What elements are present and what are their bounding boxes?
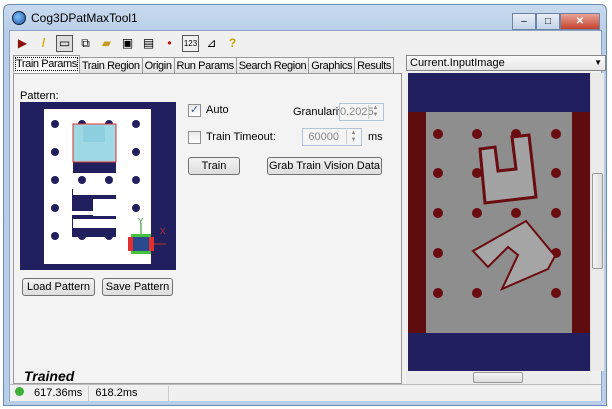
auto-checkbox[interactable]: ✓ xyxy=(188,104,201,117)
toolbar: ▶ / ▭ ⧉ ▰ ▣ ▤ • 123 ⊿ ? xyxy=(14,34,241,52)
minimize-button[interactable]: – xyxy=(512,13,536,30)
vertical-scroll-thumb[interactable] xyxy=(592,173,603,269)
image-source-dropdown[interactable]: Current.InputImage ▼ xyxy=(406,55,606,71)
copy-icon[interactable]: ⧉ xyxy=(77,35,94,52)
grab-train-vision-data-button[interactable]: Grab Train Vision Data xyxy=(267,157,382,175)
horizontal-scrollbar[interactable] xyxy=(406,371,590,384)
auto-label: Auto xyxy=(206,104,229,116)
title-bar: Cog3DPatMaxTool1 xyxy=(12,11,138,25)
timeout-spinner[interactable]: ▲ ▼ xyxy=(346,130,360,144)
granularity-input[interactable]: 0.2025 ▲ ▼ xyxy=(339,103,384,121)
pattern-image[interactable] xyxy=(20,102,176,270)
origin-axis-labels: Y X xyxy=(138,217,166,236)
status-time-2: 618.2ms xyxy=(89,385,170,401)
display-icon[interactable]: 123 xyxy=(182,34,199,52)
electric-icon[interactable]: / xyxy=(35,35,52,52)
input-image[interactable] xyxy=(408,73,590,371)
load-pattern-button[interactable]: Load Pattern xyxy=(22,278,95,296)
save-pattern-button[interactable]: Save Pattern xyxy=(102,278,173,296)
app-globe-icon xyxy=(12,11,26,25)
close-button[interactable]: ✕ xyxy=(560,13,600,30)
train-timeout-label: Train Timeout: xyxy=(206,131,276,143)
tab-run-params[interactable]: Run Params xyxy=(173,57,237,73)
status-bar: 617.36ms 618.2ms xyxy=(10,384,601,401)
tool-window: Cog3DPatMaxTool1 – □ ✕ ▶ / ▭ ⧉ ▰ ▣ ▤ • 1… xyxy=(3,4,607,406)
save-as-icon[interactable]: ▤ xyxy=(140,35,157,52)
status-time-1: 617.36ms xyxy=(28,385,90,401)
tab-origin[interactable]: Origin xyxy=(141,57,175,73)
show-image-icon[interactable]: ▭ xyxy=(56,34,73,52)
train-button[interactable]: Train xyxy=(188,157,240,175)
tab-search-region[interactable]: Search Region xyxy=(235,57,310,73)
client-area: ▶ / ▭ ⧉ ▰ ▣ ▤ • 123 ⊿ ? Train Params Tra… xyxy=(9,30,606,401)
axis-y-label: Y xyxy=(138,217,144,226)
vertical-scrollbar[interactable] xyxy=(590,73,604,371)
save-icon[interactable]: ▣ xyxy=(119,35,136,52)
tab-graphics[interactable]: Graphics xyxy=(308,57,356,73)
open-icon[interactable]: ▰ xyxy=(98,35,115,52)
train-timeout-checkbox[interactable] xyxy=(188,131,201,144)
tab-train-region[interactable]: Train Region xyxy=(78,57,143,73)
train-params-panel: Pattern: Y X Load Pattern Save Pattern ✓… xyxy=(13,73,402,384)
run-icon[interactable]: ▶ xyxy=(14,35,31,52)
tab-strip: Train Params Train Region Origin Run Par… xyxy=(13,55,394,73)
reset-icon[interactable]: • xyxy=(161,35,178,52)
status-indicator-icon xyxy=(15,386,24,396)
axis-x-label: X xyxy=(160,227,166,236)
maximize-button[interactable]: □ xyxy=(536,13,560,30)
image-source-value: Current.InputImage xyxy=(410,57,505,69)
measure-icon[interactable]: ⊿ xyxy=(203,35,220,52)
train-timeout-value: 60000 xyxy=(308,131,339,143)
pattern-label: Pattern: xyxy=(20,90,59,102)
granularity-spinner[interactable]: ▲ ▼ xyxy=(368,105,382,119)
train-timeout-input[interactable]: 60000 ▲ ▼ xyxy=(302,128,362,146)
horizontal-scroll-thumb[interactable] xyxy=(473,372,523,383)
image-display: Current.InputImage ▼ xyxy=(406,55,606,386)
help-icon[interactable]: ? xyxy=(224,35,241,52)
tab-results[interactable]: Results xyxy=(354,57,394,73)
window-title: Cog3DPatMaxTool1 xyxy=(31,11,138,25)
dropdown-arrow-icon: ▼ xyxy=(594,58,602,67)
timeout-unit: ms xyxy=(368,131,383,143)
train-state: Trained xyxy=(24,368,75,384)
tab-train-params[interactable]: Train Params xyxy=(13,55,80,73)
